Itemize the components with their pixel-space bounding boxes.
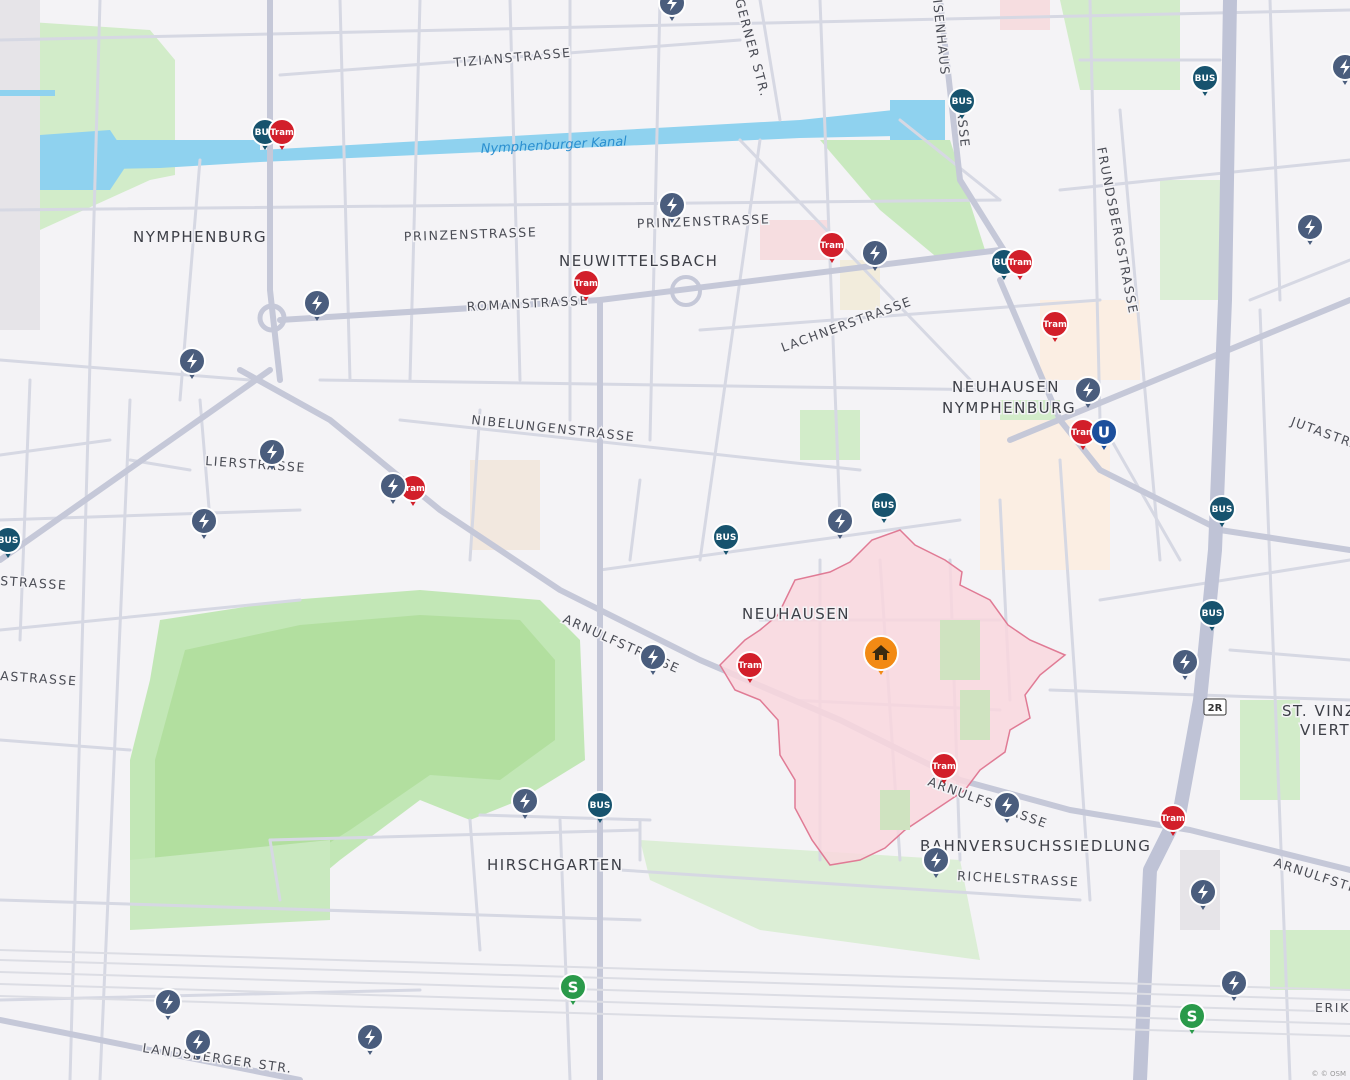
park-small-1 [800, 410, 860, 460]
bus-pin-label: BUS [0, 536, 18, 546]
sbahn-pin-label: S [568, 978, 579, 996]
bus-pin-label: BUS [874, 501, 895, 511]
tram-pin-label: Tram [820, 241, 844, 251]
sbahn-pin-label: S [1187, 1007, 1198, 1025]
park-e [1270, 930, 1350, 990]
canal-west [0, 90, 55, 96]
tram-pin-label: Tram [1043, 320, 1067, 330]
bus-pin-label: BUS [590, 801, 611, 811]
place-label: ST. VINZE [1282, 702, 1350, 720]
tram-pin-label: Tram [270, 128, 294, 138]
bus-pin-label: BUS [1212, 505, 1233, 515]
tram-pin-label: Tram [574, 279, 598, 289]
place-label: VIERTE [1300, 721, 1350, 739]
road-shield-label: 2R [1208, 703, 1223, 714]
park-patch [880, 790, 910, 830]
tram-pin-label: Tram [1008, 258, 1032, 268]
place-label: NEUHAUSEN [742, 605, 850, 623]
map-canvas[interactable]: NYMPHENBURG NEUWITTELSBACH NEUHAUSEN NYM… [0, 0, 1350, 1080]
park-patch [940, 620, 980, 680]
bus-pin-label: BUS [716, 533, 737, 543]
place-label: BAHNVERSUCHSSIEDLUNG [920, 837, 1151, 855]
tram-pin-label: Tram [1161, 814, 1185, 824]
building-block [0, 0, 40, 330]
place-label: HIRSCHGARTEN [487, 856, 623, 874]
map-attribution: © © OSM [1311, 1070, 1346, 1078]
bus-pin-label: BUS [1195, 74, 1216, 84]
place-label: NEUWITTELSBACH [559, 252, 718, 270]
building-block [1000, 0, 1050, 30]
ubahn-pin-label: U [1098, 423, 1110, 441]
tram-pin-label: Tram [932, 762, 956, 772]
street-label: ERIK [1315, 1000, 1350, 1015]
park-ne-2 [1160, 180, 1220, 300]
place-label: NEUHAUSEN [952, 378, 1060, 396]
bus-pin-label: BUS [1202, 609, 1223, 619]
road-shield: 2R [1203, 698, 1227, 716]
tram-pin-label: Tram [738, 661, 762, 671]
bus-pin-label: BUS [952, 97, 973, 107]
place-label: NYMPHENBURG [942, 399, 1076, 417]
place-label: NYMPHENBURG [133, 228, 267, 246]
park-patch [960, 690, 990, 740]
